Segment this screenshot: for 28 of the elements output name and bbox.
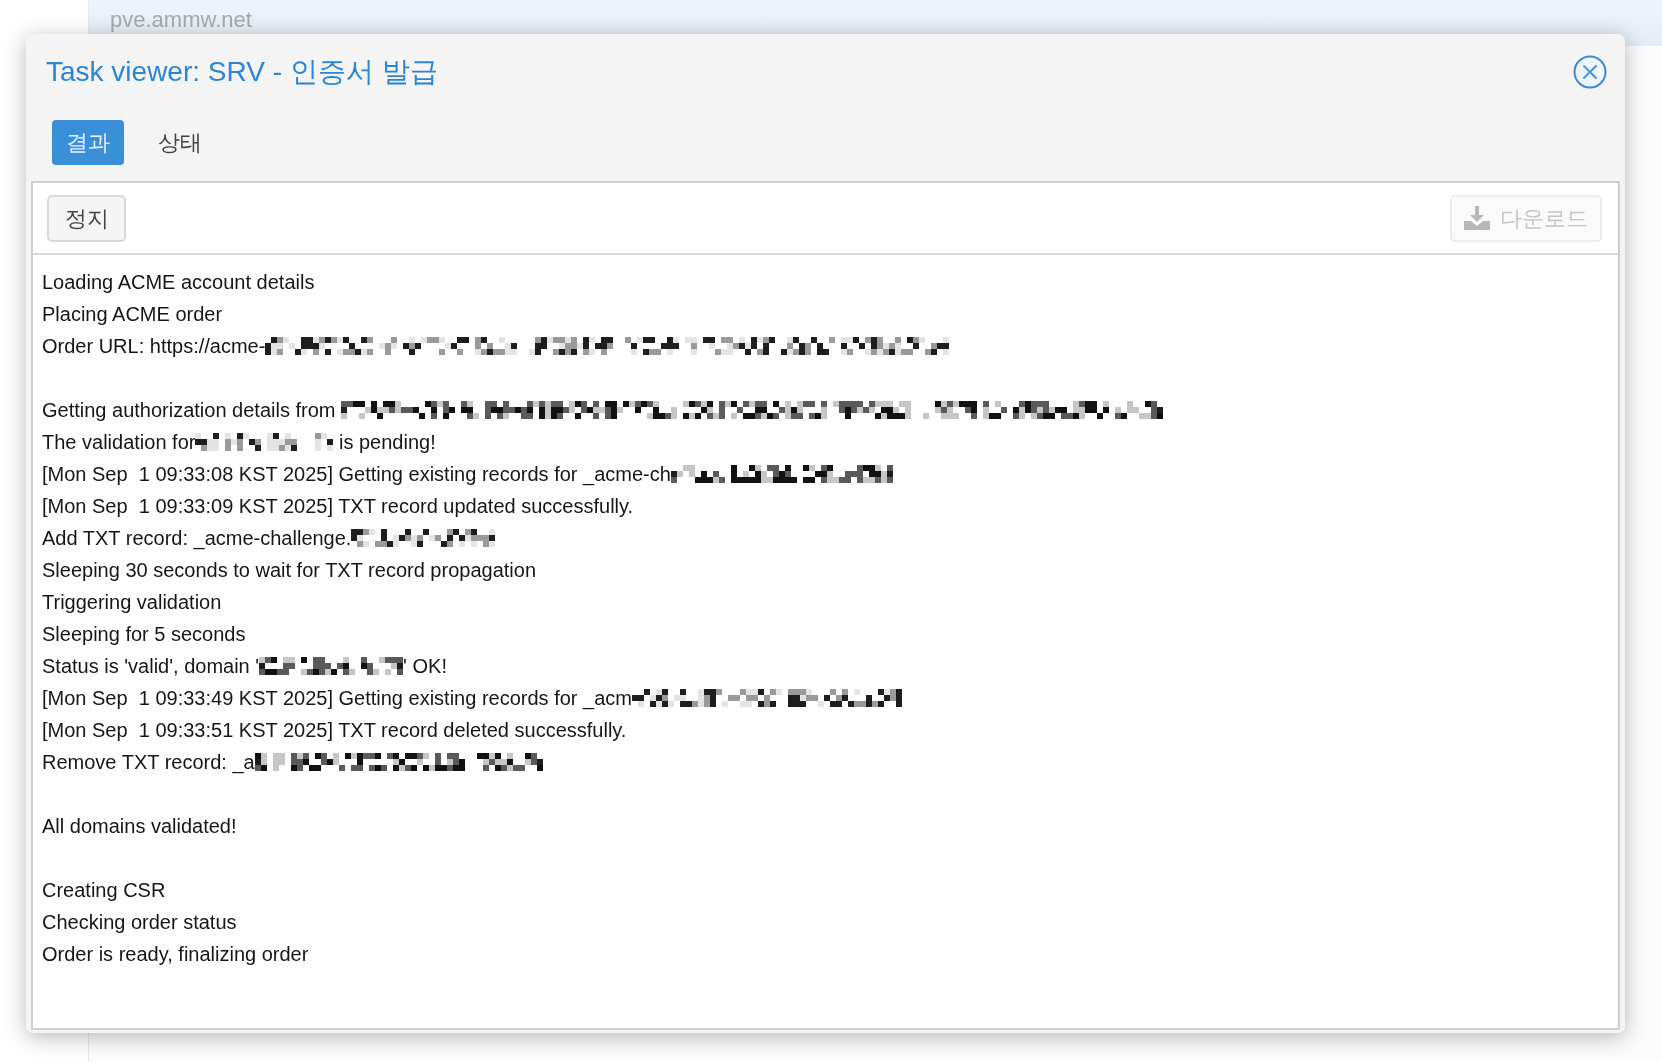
download-icon (1464, 206, 1490, 230)
log-line: All domains validated! (42, 814, 237, 839)
log-text: Order URL: https://acme- (42, 334, 266, 359)
log-line: Checking order status (42, 910, 237, 935)
log-text: ' OK! (403, 654, 447, 679)
log-line: Order is ready, finalizing order (42, 942, 309, 967)
log-line: Sleeping 30 seconds to wait for TXT record propagation (42, 558, 536, 583)
log-line: [Mon Sep 1 09:33:51 KST 2025] TXT record deleted successfully. (42, 718, 627, 743)
log-text: Add TXT record: _acme-challenge. (42, 526, 352, 552)
log-text: The validation for (42, 430, 196, 455)
log-text: Getting authorization details from (42, 398, 337, 423)
log-line: Creating CSR (42, 878, 166, 903)
log-line: [Mon Sep 1 09:33:09 KST 2025] TXT record updated successfully. (42, 494, 634, 519)
log-text: [Mon Sep 1 09:33:08 KST 2025] Getting existing records for _acme-ch (42, 462, 671, 488)
log-text: Status is 'valid', domain ' (42, 654, 260, 679)
log-text: Remove TXT record: _a (42, 750, 255, 776)
log-line: Triggering validation (42, 590, 222, 615)
close-icon (1573, 55, 1607, 89)
dialog-title: Task viewer: SRV - 인증서 발급 (46, 55, 438, 89)
log-line: Sleeping for 5 seconds (42, 622, 246, 647)
log-text: [Mon Sep 1 09:33:49 KST 2025] Getting existing records for _acm (42, 686, 632, 712)
stop-button[interactable]: 정지 (47, 194, 126, 242)
tab[interactable]: 상태 (144, 120, 216, 165)
log-line: Loading ACME account details (42, 270, 315, 295)
site-title: pve.ammw.net (110, 7, 252, 32)
close-button[interactable] (1573, 55, 1607, 89)
log-text: is pending! (337, 430, 436, 455)
log-line: Placing ACME order (42, 302, 223, 327)
